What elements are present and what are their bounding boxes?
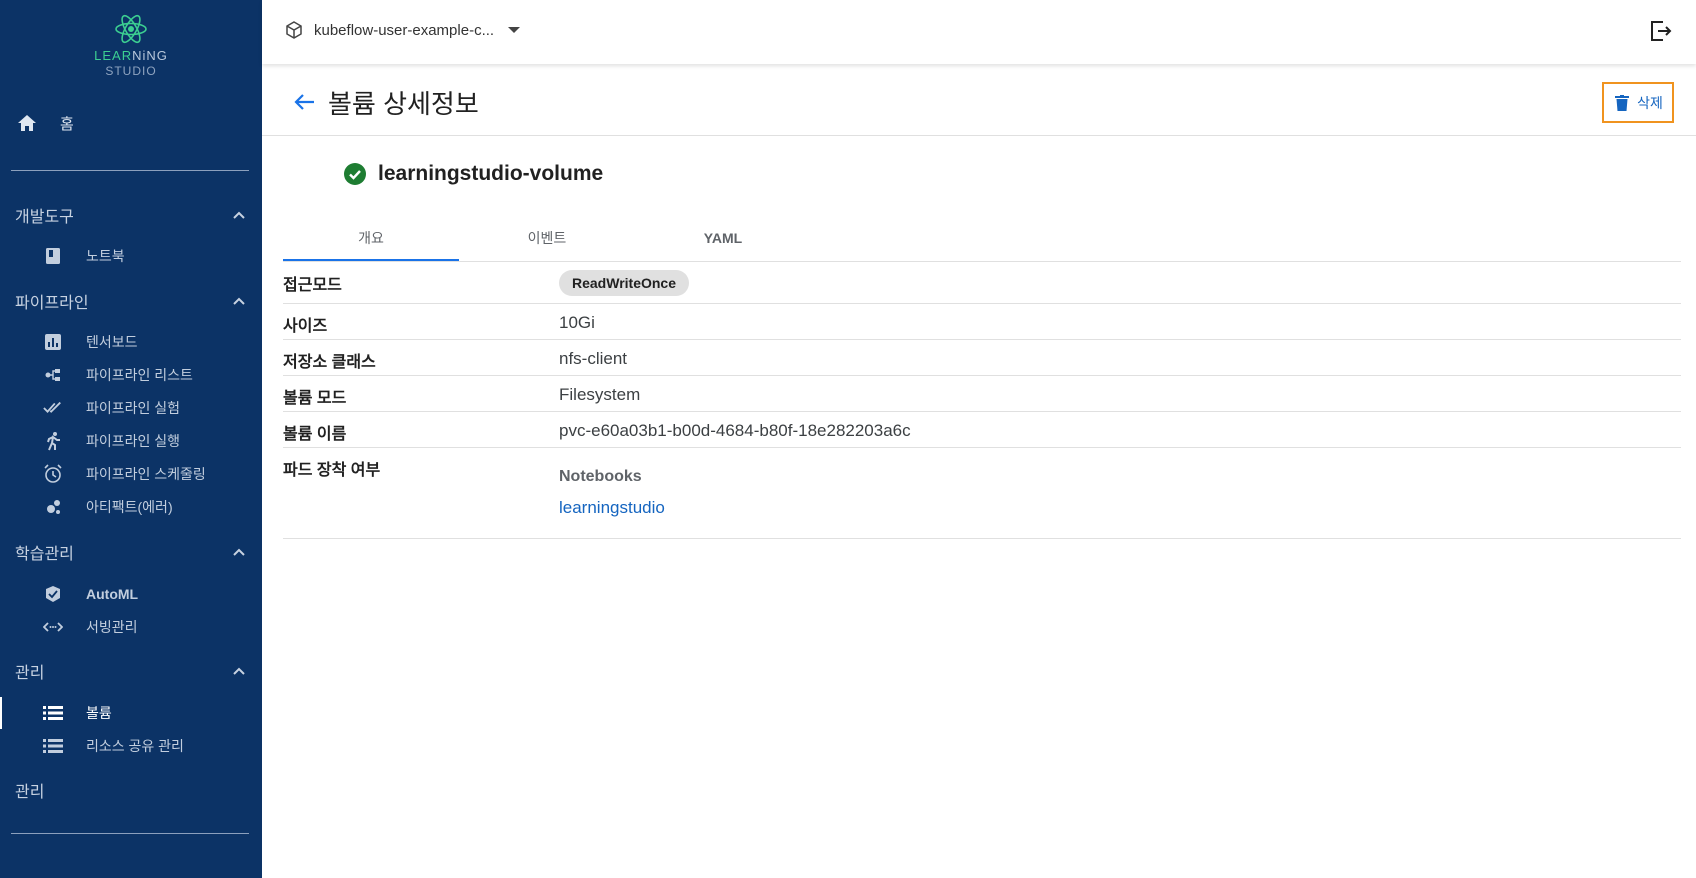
section-pipeline[interactable]: 파이프라인 <box>15 289 247 313</box>
back-arrow-icon[interactable] <box>292 90 316 114</box>
sidebar-item-label: 파이프라인 리스트 <box>86 367 193 383</box>
sidebar-item-resource-sharing[interactable]: 리소스 공유 관리 <box>43 736 184 756</box>
section-training[interactable]: 학습관리 <box>15 540 247 564</box>
detail-row-size: 사이즈 10Gi <box>283 304 1681 340</box>
sidebar-item-label: 홈 <box>60 115 74 133</box>
check-circle-icon <box>343 162 367 186</box>
cube-icon <box>284 20 304 40</box>
sidebar-item-tensorboard[interactable]: 텐서보드 <box>43 332 138 352</box>
sidebar-item-notebook[interactable]: 노트북 <box>43 246 125 266</box>
delete-button[interactable]: 삭제 <box>1602 82 1674 123</box>
logo-line1: LEARNiNG <box>94 48 168 63</box>
section-label: 개발도구 <box>15 209 74 226</box>
code-arrows-icon <box>43 617 63 637</box>
divider <box>11 833 249 834</box>
sidebar-item-home[interactable]: 홈 <box>16 112 74 134</box>
chevron-up-icon <box>231 663 247 679</box>
sidebar-item-label: 텐서보드 <box>86 334 138 350</box>
sidebar-item-automl[interactable]: AutoML <box>43 584 138 604</box>
trash-icon <box>1613 94 1631 112</box>
volume-name: learningstudio-volume <box>343 162 603 186</box>
tab-indicator <box>283 259 459 261</box>
detail-label: 사이즈 <box>283 318 328 335</box>
sidebar-item-artifacts[interactable]: 아티팩트(에러) <box>43 497 173 517</box>
detail-value: ReadWriteOnce <box>559 270 689 296</box>
list-icon <box>43 703 63 723</box>
page-header: 볼륨 상세정보 삭제 <box>262 64 1696 136</box>
section-admin[interactable]: 관리 <box>15 659 247 683</box>
detail-label: 볼륨 이름 <box>283 426 347 443</box>
sidebar-item-serving[interactable]: 서빙관리 <box>43 617 138 637</box>
detail-value: 10Gi <box>559 313 595 332</box>
section-label: 학습관리 <box>15 546 74 563</box>
sidebar: LEARNiNG STUDIO 홈 개발도구 노트북 파이프라인 텐서보드 파이… <box>0 0 262 878</box>
book-icon <box>43 246 63 266</box>
list-icon <box>43 736 63 756</box>
detail-value: Notebooks learningstudio <box>559 468 665 518</box>
double-check-icon <box>43 398 63 418</box>
caret-down-icon <box>508 27 521 33</box>
pipeline-icon <box>43 365 63 385</box>
section-label: 관리 <box>15 665 45 682</box>
detail-row-access-mode: 접근모드 ReadWriteOnce <box>283 262 1681 304</box>
run-icon <box>43 431 63 451</box>
section-label: 파이프라인 <box>15 295 89 312</box>
sidebar-item-label: 아티팩트(에러) <box>86 499 173 515</box>
chevron-up-icon <box>231 207 247 223</box>
detail-label: 저장소 클래스 <box>283 354 376 371</box>
sidebar-item-volume[interactable]: 볼륨 <box>43 703 112 723</box>
tab-yaml[interactable]: YAML <box>635 214 811 262</box>
sidebar-item-pipeline-schedule[interactable]: 파이프라인 스케줄링 <box>43 464 206 484</box>
divider <box>11 170 249 171</box>
access-mode-chip: ReadWriteOnce <box>559 270 689 296</box>
sidebar-item-label: 서빙관리 <box>86 619 138 635</box>
alarm-icon <box>43 464 63 484</box>
chevron-up-icon <box>231 544 247 560</box>
namespace-selector[interactable]: kubeflow-user-example-c... <box>284 20 521 40</box>
chart-icon <box>43 332 63 352</box>
sidebar-item-pipeline-list[interactable]: 파이프라인 리스트 <box>43 365 193 385</box>
tab-overview[interactable]: 개요 <box>283 214 459 262</box>
detail-label: 볼륨 모드 <box>283 390 347 407</box>
home-icon <box>16 112 38 134</box>
sidebar-item-label: 리소스 공유 관리 <box>86 738 184 754</box>
detail-row-storage-class: 저장소 클래스 nfs-client <box>283 340 1681 376</box>
detail-value: Filesystem <box>559 385 641 404</box>
detail-label: 접근모드 <box>283 277 342 294</box>
sidebar-item-label: 파이프라인 실험 <box>86 400 181 416</box>
top-bar: kubeflow-user-example-c... <box>262 0 1696 64</box>
detail-value: nfs-client <box>559 349 628 368</box>
active-indicator <box>0 697 2 729</box>
detail-value: pvc-e60a03b1-b00d-4684-b80f-18e282203a6c <box>559 421 911 440</box>
app-logo[interactable]: LEARNiNG STUDIO <box>0 12 262 78</box>
sidebar-item-label: 노트북 <box>86 248 125 264</box>
atom-logo-icon <box>115 14 147 44</box>
notebook-link[interactable]: learningstudio <box>559 498 665 518</box>
automl-icon <box>43 584 63 604</box>
sidebar-item-label: AutoML <box>86 586 139 602</box>
chevron-up-icon <box>231 293 247 309</box>
detail-row-pod-mount: 파드 장착 여부 Notebooks learningstudio <box>283 448 1681 539</box>
tab-bar: 개요 이벤트 YAML <box>283 214 1681 262</box>
volume-name-text: learningstudio-volume <box>378 162 604 185</box>
delete-label: 삭제 <box>1637 94 1663 111</box>
detail-row-volume-mode: 볼륨 모드 Filesystem <box>283 376 1681 412</box>
section-dev-tools[interactable]: 개발도구 <box>15 203 247 227</box>
sidebar-item-label: 볼륨 <box>86 705 112 721</box>
logo-line2: STUDIO <box>105 64 157 78</box>
detail-row-volume-name: 볼륨 이름 pvc-e60a03b1-b00d-4684-b80f-18e282… <box>283 412 1681 448</box>
detail-label: 파드 장착 여부 <box>283 462 381 479</box>
sidebar-item-pipeline-run[interactable]: 파이프라인 실행 <box>43 431 180 451</box>
section-label: 관리 <box>15 784 45 801</box>
sidebar-item-label: 파이프라인 실행 <box>86 433 181 449</box>
sidebar-item-pipeline-experiment[interactable]: 파이프라인 실험 <box>43 398 180 418</box>
namespace-label: kubeflow-user-example-c... <box>314 21 495 39</box>
tab-events[interactable]: 이벤트 <box>459 214 635 262</box>
logout-icon[interactable] <box>1648 18 1674 44</box>
section-admin-footer[interactable]: 관리 <box>15 778 247 802</box>
bubbles-icon <box>43 497 63 517</box>
notebooks-heading: Notebooks <box>559 468 642 485</box>
page-title: 볼륨 상세정보 <box>328 89 479 119</box>
sidebar-item-label: 파이프라인 스케줄링 <box>86 466 206 482</box>
